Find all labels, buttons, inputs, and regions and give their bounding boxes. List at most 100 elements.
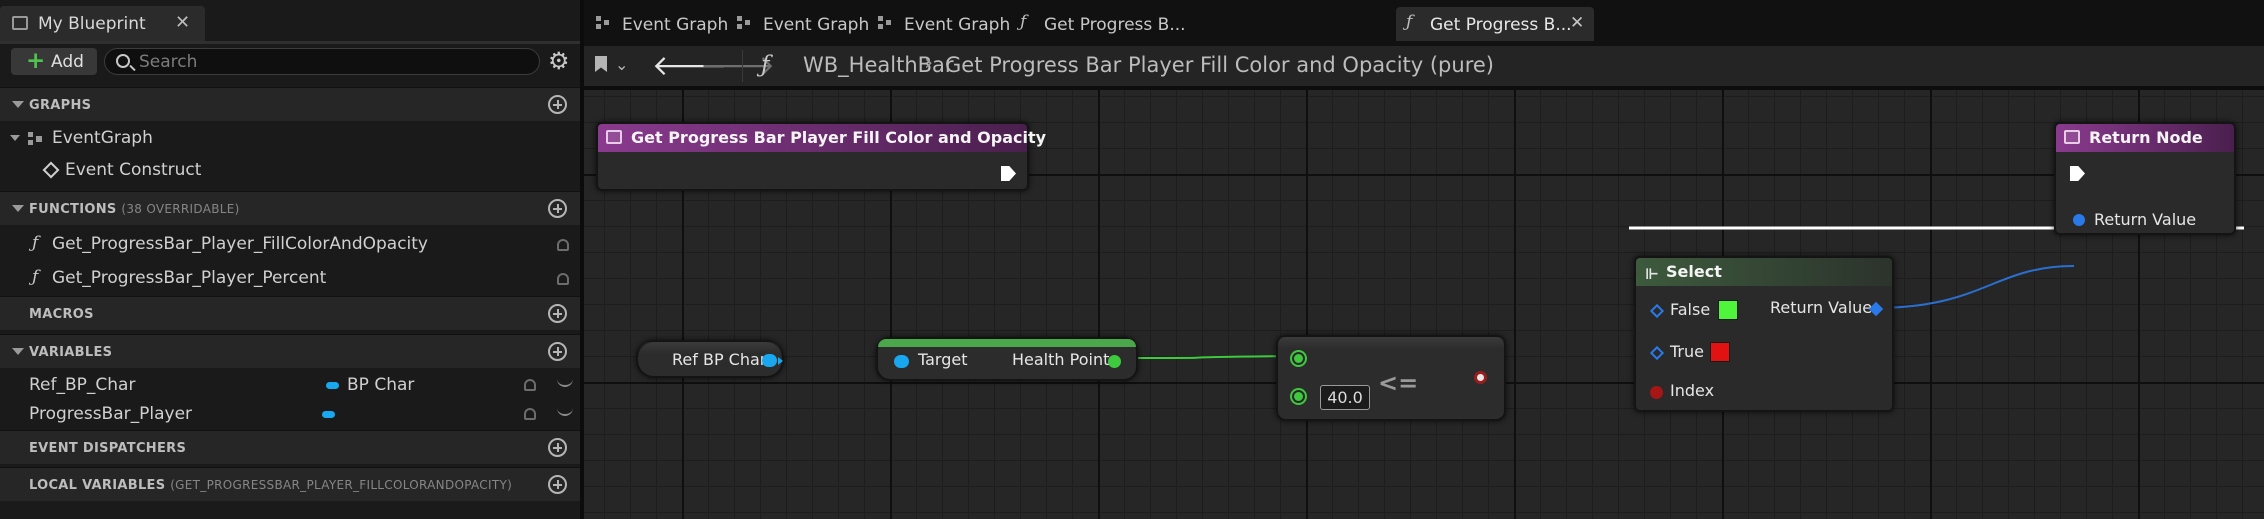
return-node-icon xyxy=(2064,130,2080,144)
section-event-dispatchers-title: EVENT DISPATCHERS xyxy=(29,441,187,456)
chevron-down-icon[interactable]: ⌄ xyxy=(615,55,628,74)
function-item-label: Get_ProgressBar_Player_FillColorAndOpaci… xyxy=(52,234,428,254)
variable-type: BP Char xyxy=(347,375,415,395)
graph-toolbar: ⌄ 🡐 🡒 ƒ WB_HealthBar › Get Progress Bar … xyxy=(584,46,2264,86)
add-event-dispatcher-icon[interactable] xyxy=(548,438,567,457)
expand-triangle-icon xyxy=(12,348,24,355)
bool-output-pin[interactable] xyxy=(1474,371,1487,384)
function-entry-node-header: Get Progress Bar Player Fill Color and O… xyxy=(598,124,1046,152)
section-functions[interactable]: FUNCTIONS (38 OVERRIDABLE) xyxy=(0,191,580,225)
add-variable-icon[interactable] xyxy=(548,342,567,361)
function-entry-node-title: Get Progress Bar Player Fill Color and O… xyxy=(631,128,1047,147)
tab-function-active[interactable]: ƒ Get Progress B... ✕ xyxy=(1396,7,1594,41)
ref-bp-char-label: Ref BP Char xyxy=(672,350,767,369)
variable-item[interactable]: Ref_BP_Char BP Char xyxy=(0,370,580,401)
graph-icon xyxy=(28,132,43,146)
tab-label: Event Graph xyxy=(904,15,1011,35)
variable-name: Ref_BP_Char xyxy=(29,375,136,395)
return-value-pin[interactable] xyxy=(2073,214,2085,226)
tab-label: Event Graph xyxy=(622,15,729,35)
graph-item-eventgraph[interactable]: EventGraph xyxy=(0,123,580,154)
target-input-pin[interactable] xyxy=(894,355,909,368)
graph-item-event-construct[interactable]: Event Construct xyxy=(0,155,580,186)
settings-gear-icon[interactable]: ⚙ xyxy=(548,49,570,73)
tab-label: Get Progress B... xyxy=(1430,15,1572,35)
variable-name: ProgressBar_Player xyxy=(29,404,193,424)
add-local-variable-icon[interactable] xyxy=(548,475,567,494)
my-blueprint-panel: My Blueprint ✕ + Add ⚙ GRAPHS EventGraph… xyxy=(0,0,580,519)
section-graphs[interactable]: GRAPHS xyxy=(0,87,580,121)
graph-canvas[interactable]: Get Progress Bar Player Fill Color and O… xyxy=(584,86,2264,519)
get-health-point-node[interactable]: Target Health Point xyxy=(876,337,1138,381)
tab-label: Get Progress B... xyxy=(1044,15,1186,35)
section-local-variables-title: LOCAL VARIABLES (GET_PROGRESSBAR_PLAYER_… xyxy=(29,478,513,493)
tab-event-graph-3[interactable]: Event Graph xyxy=(870,7,1010,41)
search-icon xyxy=(116,54,130,68)
bell-icon[interactable] xyxy=(524,379,536,391)
add-button[interactable]: + Add xyxy=(11,48,97,75)
my-blueprint-tab[interactable]: My Blueprint ✕ xyxy=(0,6,205,41)
search-input[interactable] xyxy=(139,51,529,72)
object-output-pin[interactable] xyxy=(762,354,783,367)
function-entry-node[interactable]: Get Progress Bar Player Fill Color and O… xyxy=(596,122,1046,191)
bell-icon[interactable] xyxy=(524,408,536,420)
search-box[interactable] xyxy=(104,48,540,75)
a-input-pin[interactable] xyxy=(1292,352,1305,365)
select-node[interactable]: ⊩ Select False Return Value True Index xyxy=(1634,256,1894,412)
true-input-pin[interactable] xyxy=(1649,345,1665,361)
tab-event-graph-2[interactable]: Event Graph xyxy=(729,7,869,41)
add-function-icon[interactable] xyxy=(548,199,567,218)
object-type-pill-icon xyxy=(326,382,339,389)
exec-input-pin[interactable] xyxy=(2070,166,2085,181)
health-point-label: Health Point xyxy=(1012,350,1110,369)
bookmark-icon[interactable] xyxy=(595,56,607,72)
add-graph-icon[interactable] xyxy=(548,95,567,114)
compare-value-input[interactable]: 40.0 xyxy=(1320,385,1370,410)
breadcrumb-function: Get Progress Bar Player Fill Color and O… xyxy=(945,53,1494,77)
graph-icon xyxy=(737,16,751,30)
return-node[interactable]: Return Node Return Value xyxy=(2054,122,2236,235)
graph-icon xyxy=(596,16,610,30)
false-color-swatch[interactable] xyxy=(1718,300,1738,320)
index-input-pin[interactable] xyxy=(1650,386,1663,399)
function-item[interactable]: ƒ Get_ProgressBar_Player_FillColorAndOpa… xyxy=(0,229,580,260)
variable-item[interactable]: ProgressBar_Player xyxy=(0,399,580,430)
wildcard-wire xyxy=(1873,265,2075,309)
node-gloss xyxy=(1278,337,1504,349)
select-icon: ⊩ xyxy=(1645,265,1659,283)
close-icon[interactable]: ✕ xyxy=(175,12,190,33)
exec-output-pin[interactable] xyxy=(1001,166,1016,181)
section-macros-title: MACROS xyxy=(29,307,94,322)
event-diamond-icon xyxy=(42,161,60,179)
get-health-point-header xyxy=(878,339,1136,347)
section-variables[interactable]: VARIABLES xyxy=(0,334,580,368)
operator-label: <= xyxy=(1378,369,1419,397)
chevron-right-icon: › xyxy=(924,50,934,76)
graph-icon xyxy=(878,16,892,30)
eye-closed-icon[interactable] xyxy=(557,408,573,416)
add-macro-icon[interactable] xyxy=(548,304,567,323)
section-variables-title: VARIABLES xyxy=(29,345,113,360)
section-graphs-title: GRAPHS xyxy=(29,98,92,113)
true-color-swatch[interactable] xyxy=(1710,342,1730,362)
bell-icon[interactable] xyxy=(557,273,569,285)
tab-event-graph-1[interactable]: Event Graph xyxy=(588,7,728,41)
section-local-variables[interactable]: LOCAL VARIABLES (GET_PROGRESSBAR_PLAYER_… xyxy=(0,467,580,501)
eye-closed-icon[interactable] xyxy=(557,379,573,387)
section-macros[interactable]: MACROS xyxy=(0,296,580,330)
bell-icon[interactable] xyxy=(557,239,569,251)
function-item-label: Get_ProgressBar_Player_Percent xyxy=(52,268,327,288)
false-label: False xyxy=(1670,300,1711,319)
target-label: Target xyxy=(918,350,968,369)
function-item[interactable]: ƒ Get_ProgressBar_Player_Percent xyxy=(0,263,580,294)
function-icon: ƒ xyxy=(32,233,39,253)
false-input-pin[interactable] xyxy=(1649,303,1665,319)
b-input-pin[interactable] xyxy=(1292,390,1305,403)
section-event-dispatchers[interactable]: EVENT DISPATCHERS xyxy=(0,430,580,464)
health-point-output-pin[interactable] xyxy=(1108,355,1121,368)
close-icon[interactable]: ✕ xyxy=(1570,13,1584,33)
document-tabs: Event Graph Event Graph Event Graph ƒ Ge… xyxy=(584,0,2264,46)
tab-function-1[interactable]: ƒ Get Progress B... xyxy=(1010,7,1186,41)
ref-bp-char-getter-node[interactable]: Ref BP Char xyxy=(636,340,784,378)
less-equal-node[interactable]: 40.0 <= xyxy=(1276,335,1506,421)
